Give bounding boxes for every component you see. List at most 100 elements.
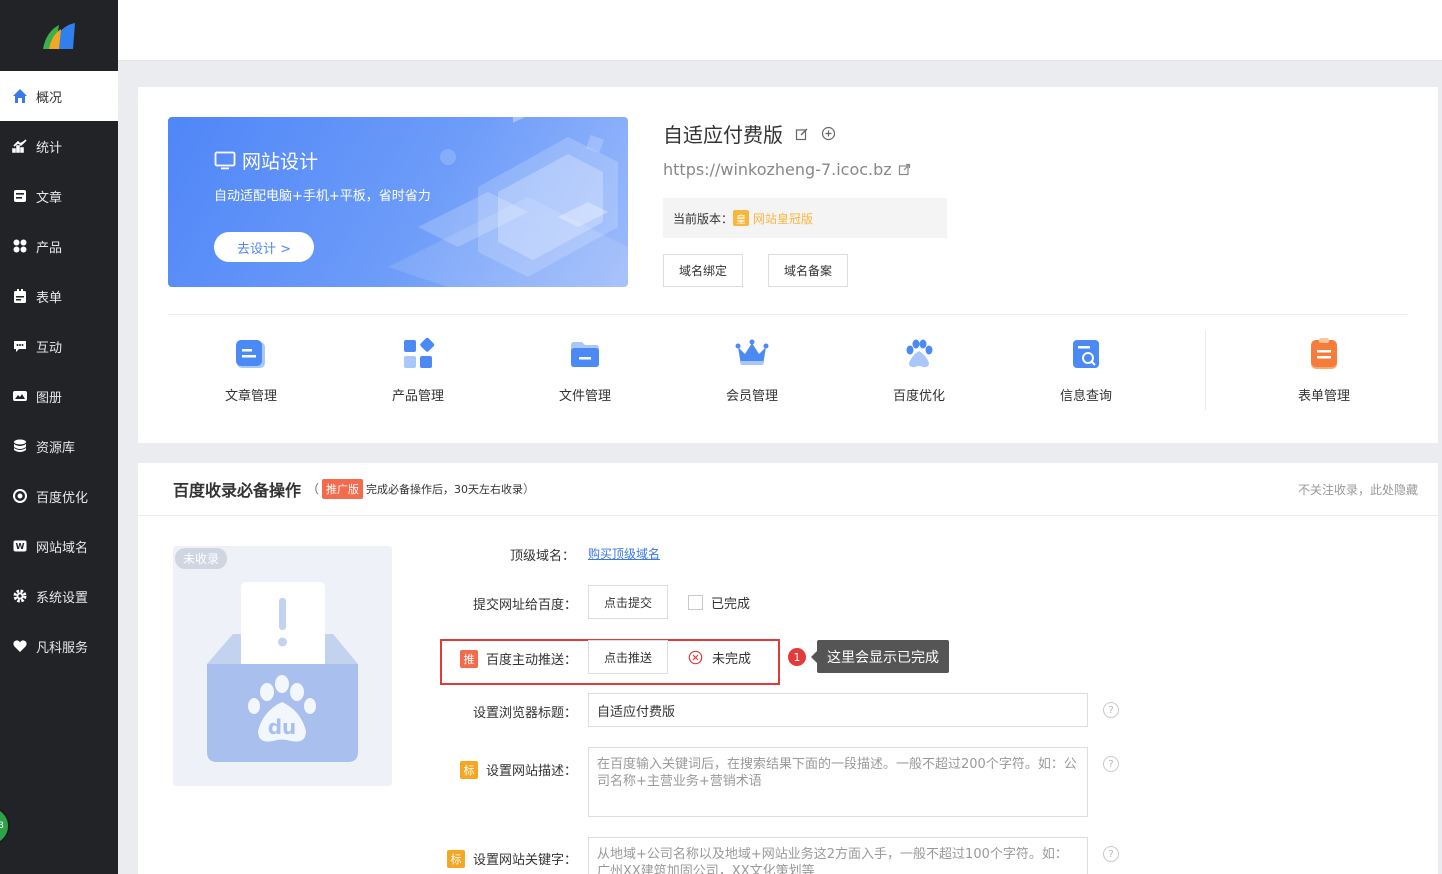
hide-section-link[interactable]: 不关注收录，此处隐藏 — [1298, 481, 1418, 498]
push-status-text: 未完成 — [712, 652, 752, 667]
site-name: 自适应付费版 — [663, 119, 836, 148]
submit-url-button[interactable]: 点击提交 — [588, 585, 668, 619]
top-bar — [118, 0, 1442, 61]
site-url[interactable]: https://winkozheng-7.icoc.bz — [663, 160, 911, 179]
baidu-index-card: 百度收录必备操作 （推广版 完成必备操作后，30天左右收录） 不关注收录，此处隐藏… — [138, 463, 1438, 874]
floating-badge[interactable]: 3 — [0, 806, 10, 846]
current-version: 当前版本： 皇 网站皇冠版 — [663, 198, 947, 238]
keywords-label: 设置网站关键字： — [473, 853, 578, 868]
promo-tag: 推广版 — [322, 479, 364, 499]
description-row-label: 标 设置网站描述： — [460, 760, 577, 779]
baidu-folder-illustration: du — [207, 582, 358, 762]
album-icon — [12, 388, 28, 404]
sidebar-item-overview[interactable]: 概况 — [0, 71, 118, 121]
checkbox-label: 已完成 — [711, 597, 751, 612]
quick-link-products[interactable]: 产品管理 — [363, 337, 473, 404]
submit-done-checkbox[interactable]: 已完成 — [688, 593, 750, 612]
title-tag-icon: 标 — [447, 849, 465, 868]
quick-link-info[interactable]: 信息查询 — [1031, 337, 1141, 404]
header-note-text: 完成必备操作后，30天左右收录 — [366, 483, 524, 496]
banner-subtitle: 自动适配电脑+手机+平板，省时省力 — [214, 189, 431, 204]
checkbox[interactable] — [688, 595, 703, 610]
chat-icon — [12, 338, 28, 354]
version-label: 当前版本： — [673, 211, 734, 226]
submit-url-label: 提交网址给百度： — [473, 598, 578, 613]
go-design-button[interactable]: 去设计 > — [214, 232, 314, 262]
push-button[interactable]: 点击推送 — [588, 640, 668, 674]
chart-icon — [12, 138, 28, 154]
quick-link-label: 产品管理 — [391, 389, 444, 404]
title-tag-icon: 标 — [460, 760, 478, 779]
sidebar-item-label: 网站域名 — [36, 540, 89, 556]
paren-close: ） — [523, 482, 536, 496]
external-link-icon[interactable] — [898, 163, 911, 176]
browser-title-input[interactable]: 自适应付费版 — [588, 693, 1088, 727]
add-circle-icon[interactable] — [821, 126, 836, 141]
product-manage-icon — [404, 337, 435, 368]
bind-domain-button[interactable]: 域名绑定 — [663, 254, 743, 287]
sidebar-item-label: 概况 — [36, 90, 63, 106]
index-status-illustration: 未收录 du — [173, 546, 392, 786]
quick-link-label: 表单管理 — [1297, 389, 1350, 404]
app-logo[interactable] — [0, 0, 118, 71]
gear-icon — [12, 588, 28, 604]
keywords-textarea[interactable]: 从地域+公司名称以及地域+网站业务这2方面入手，一般不超过100个字符。如：广州… — [588, 837, 1088, 874]
quick-link-members[interactable]: 会员管理 — [697, 337, 807, 404]
quick-link-forms[interactable]: 表单管理 — [1269, 337, 1379, 404]
quick-link-baidu[interactable]: 百度优化 — [864, 337, 974, 404]
quick-link-articles[interactable]: 文章管理 — [196, 337, 306, 404]
divider — [1205, 330, 1206, 410]
sidebar-item-forms[interactable]: 表单 — [0, 271, 118, 321]
version-name: 网站皇冠版 — [753, 211, 814, 226]
card-header-note: （推广版 完成必备操作后，30天左右收录） — [307, 479, 535, 499]
paren-open: （ — [307, 482, 320, 496]
design-banner[interactable]: 网站设计 自动适配电脑+手机+平板，省时省力 去设计 > — [168, 117, 628, 287]
push-label: 百度主动推送： — [486, 653, 578, 668]
sidebar-item-articles[interactable]: 文章 — [0, 171, 118, 221]
crown-icon: 皇 — [733, 210, 750, 226]
browser-title-label: 设置浏览器标题： — [473, 706, 578, 721]
info-query-icon — [1073, 340, 1099, 368]
floating-badge-count: 3 — [0, 821, 4, 831]
help-icon[interactable]: ? — [1103, 756, 1119, 772]
sidebar-item-domain[interactable]: W 网站域名 — [0, 521, 118, 571]
file-manage-icon — [571, 342, 599, 367]
top-domain-label: 顶级域名： — [510, 549, 576, 564]
quick-link-files[interactable]: 文件管理 — [530, 337, 640, 404]
member-manage-icon — [735, 339, 769, 365]
sidebar-item-interaction[interactable]: 互动 — [0, 321, 118, 371]
sidebar-item-products[interactable]: 产品 — [0, 221, 118, 271]
sidebar: 概况 统计 文章 产品 表单 互动 图册 资源库 百度优化 W 网站域名 系统设… — [0, 0, 118, 874]
description-label: 设置网站描述： — [486, 764, 578, 779]
domain-record-button[interactable]: 域名备案 — [768, 254, 848, 287]
baidu-optimize-icon — [906, 339, 933, 368]
edit-icon[interactable] — [795, 127, 809, 141]
sidebar-item-label: 资源库 — [36, 440, 76, 456]
monitor-icon — [214, 151, 236, 169]
heart-icon — [12, 638, 28, 654]
help-icon[interactable]: ? — [1103, 702, 1119, 718]
banner-title: 网站设计 — [214, 147, 318, 174]
sidebar-item-service[interactable]: 凡科服务 — [0, 621, 118, 671]
sidebar-item-label: 百度优化 — [36, 490, 89, 506]
sidebar-item-baidu-seo[interactable]: 百度优化 — [0, 471, 118, 521]
divider — [168, 314, 1408, 315]
description-textarea[interactable]: 在百度输入关键词后，在搜索结果下面的一段描述。一般不超过200个字符。如：公司名… — [588, 747, 1088, 817]
sidebar-item-album[interactable]: 图册 — [0, 371, 118, 421]
sidebar-item-stats[interactable]: 统计 — [0, 121, 118, 171]
seo-icon — [12, 488, 28, 504]
card-title: 百度收录必备操作 — [173, 481, 302, 500]
quick-link-label: 信息查询 — [1059, 389, 1112, 404]
buy-top-domain-link[interactable]: 购买顶级域名 — [588, 545, 660, 562]
sidebar-item-resources[interactable]: 资源库 — [0, 421, 118, 471]
sidebar-item-label: 互动 — [36, 340, 63, 356]
form-manage-icon — [1311, 338, 1337, 369]
database-icon — [12, 438, 28, 454]
push-tag-icon: 推 — [460, 649, 478, 668]
svg-text:W: W — [16, 542, 25, 551]
help-icon[interactable]: ? — [1103, 846, 1119, 862]
quick-link-label: 文件管理 — [558, 389, 611, 404]
sidebar-item-settings[interactable]: 系统设置 — [0, 571, 118, 621]
callout-number: 1 — [788, 648, 806, 666]
callout-tooltip: 这里会显示已完成 — [811, 640, 949, 673]
